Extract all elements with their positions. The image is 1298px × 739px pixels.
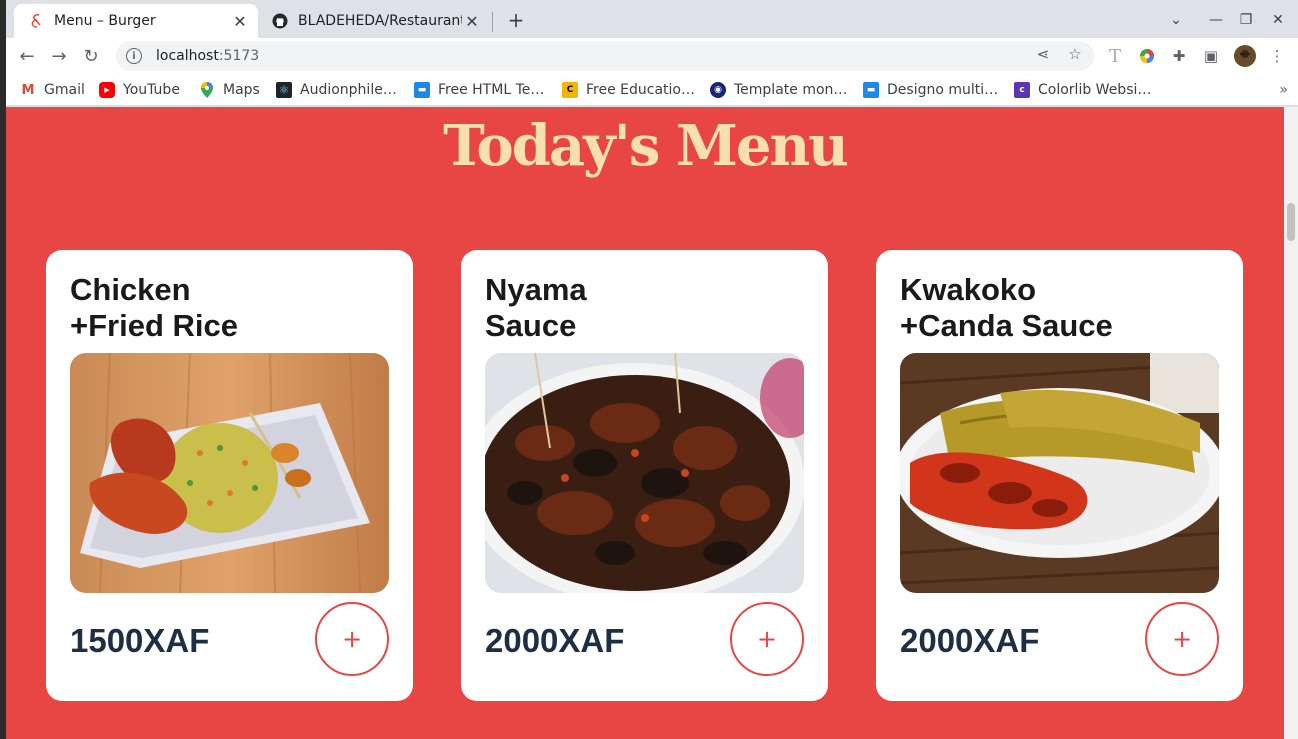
template-icon: ◉ — [710, 82, 726, 98]
tab-favicon-icon — [28, 13, 44, 29]
chrome-menu-icon[interactable]: ⋮ — [1268, 47, 1286, 65]
site-icon: ▬ — [414, 82, 430, 98]
tab-title: Menu – Burger — [54, 13, 156, 29]
dish-price: 1500XAF — [70, 622, 210, 659]
maps-pin-icon — [199, 82, 215, 98]
share-icon[interactable]: ⋖ — [1034, 45, 1052, 63]
tab-close-icon[interactable]: ✕ — [230, 11, 250, 31]
bookmark-audionphile[interactable]: ⚛ Audionphile… — [276, 80, 397, 100]
site-c-icon: C — [562, 82, 578, 98]
dish-price: 2000XAF — [900, 622, 1040, 659]
address-bar[interactable]: i localhost:5173 — [116, 41, 1094, 71]
add-to-cart-button[interactable]: + — [1145, 602, 1219, 676]
bookmark-label: YouTube — [123, 82, 180, 98]
add-to-cart-button[interactable]: + — [730, 602, 804, 676]
bookmark-label: Maps — [223, 82, 260, 98]
browser-toolbar: ← → ↻ i localhost:5173 ⋖ ☆ T ✚ ▣ ⋮ — [6, 38, 1298, 74]
bookmark-template-monster[interactable]: ◉ Template mon… — [710, 80, 847, 100]
bookmark-maps[interactable]: Maps — [199, 80, 260, 100]
dish-photo-chicken-fried-rice — [70, 353, 389, 593]
gmail-icon: M — [20, 82, 36, 98]
bookmark-gmail[interactable]: M Gmail — [20, 80, 85, 100]
menu-card: Chicken +Fried Rice 1500XAF + — [46, 250, 413, 701]
page-viewport: Today's Menu Chicken +Fried Rice 1500XAF… — [6, 107, 1284, 739]
tab-search-chevron-icon[interactable]: ⌄ — [1164, 8, 1188, 32]
site-info-icon[interactable]: i — [126, 48, 142, 64]
bookmark-label: Template mon… — [734, 82, 848, 98]
tab-title: BLADEHEDA/Restaurant- — [298, 13, 462, 29]
bookmark-label: Colorlib Websi… — [1038, 82, 1152, 98]
new-tab-icon[interactable]: + — [504, 8, 528, 32]
font-extension-icon[interactable]: T — [1106, 46, 1124, 67]
dish-name: Nyama Sauce — [485, 272, 587, 343]
bookmark-label: Designo multi… — [887, 82, 999, 98]
bookmark-free-education[interactable]: C Free Educatio… — [562, 80, 695, 100]
tab-menu-burger[interactable]: Menu – Burger ✕ — [14, 4, 258, 38]
bookmarks-overflow-icon[interactable]: » — [1279, 82, 1288, 98]
url-port: :5173 — [218, 48, 260, 64]
colorlib-icon: c — [1014, 82, 1030, 98]
tab-strip: Menu – Burger ✕ BLADEHEDA/Restaurant- ✕ … — [6, 0, 1298, 38]
url-text: localhost:5173 — [156, 48, 259, 64]
bookmarks-bar: M Gmail ▶ YouTube Maps ⚛ Audionphile… ▬ … — [6, 74, 1298, 106]
dish-photo-kwakoko-canda — [900, 353, 1219, 593]
forward-arrow-icon[interactable]: → — [46, 43, 72, 69]
bookmark-label: Gmail — [44, 82, 85, 98]
profile-avatar[interactable] — [1234, 45, 1256, 67]
site-icon: ▬ — [863, 82, 879, 98]
tab-github-restaurant[interactable]: BLADEHEDA/Restaurant- ✕ — [258, 4, 490, 38]
dish-price: 2000XAF — [485, 622, 625, 659]
dish-name: Kwakoko +Canda Sauce — [900, 272, 1113, 343]
tab-close-icon[interactable]: ✕ — [462, 11, 482, 31]
minimize-icon[interactable]: — — [1204, 8, 1228, 32]
bookmark-label: Audionphile… — [300, 82, 397, 98]
dish-photo-nyama-sauce — [485, 353, 804, 593]
page-scrollbar[interactable] — [1284, 107, 1298, 739]
github-icon — [272, 13, 288, 29]
bookmark-label: Free HTML Te… — [438, 82, 545, 98]
reload-icon[interactable]: ↻ — [78, 43, 104, 69]
tab-separator — [492, 12, 493, 32]
window-close-icon[interactable]: ✕ — [1266, 8, 1290, 32]
bookmark-youtube[interactable]: ▶ YouTube — [99, 80, 180, 100]
bookmark-free-html[interactable]: ▬ Free HTML Te… — [414, 80, 544, 100]
color-extension-icon[interactable] — [1138, 47, 1156, 65]
url-host: localhost — [156, 48, 219, 64]
restore-icon[interactable]: ❐ — [1234, 8, 1258, 32]
bookmark-label: Free Educatio… — [586, 82, 695, 98]
browser-window: Menu – Burger ✕ BLADEHEDA/Restaurant- ✕ … — [6, 0, 1298, 739]
youtube-icon: ▶ — [99, 82, 115, 98]
scrollbar-thumb[interactable] — [1287, 203, 1295, 241]
bookmark-star-icon[interactable]: ☆ — [1066, 45, 1084, 63]
side-panel-icon[interactable]: ▣ — [1202, 47, 1220, 65]
add-to-cart-button[interactable]: + — [315, 602, 389, 676]
bookmark-colorlib[interactable]: c Colorlib Websi… — [1014, 80, 1151, 100]
back-arrow-icon[interactable]: ← — [14, 43, 40, 69]
menu-card: Nyama Sauce 2000XAF + — [461, 250, 828, 701]
extensions-puzzle-icon[interactable]: ✚ — [1170, 47, 1188, 65]
page-title: Today's Menu — [443, 113, 849, 179]
bookmark-designo[interactable]: ▬ Designo multi… — [863, 80, 998, 100]
react-icon: ⚛ — [276, 82, 292, 98]
dish-name: Chicken +Fried Rice — [70, 272, 238, 343]
menu-card: Kwakoko +Canda Sauce 2000XAF + — [876, 250, 1243, 701]
